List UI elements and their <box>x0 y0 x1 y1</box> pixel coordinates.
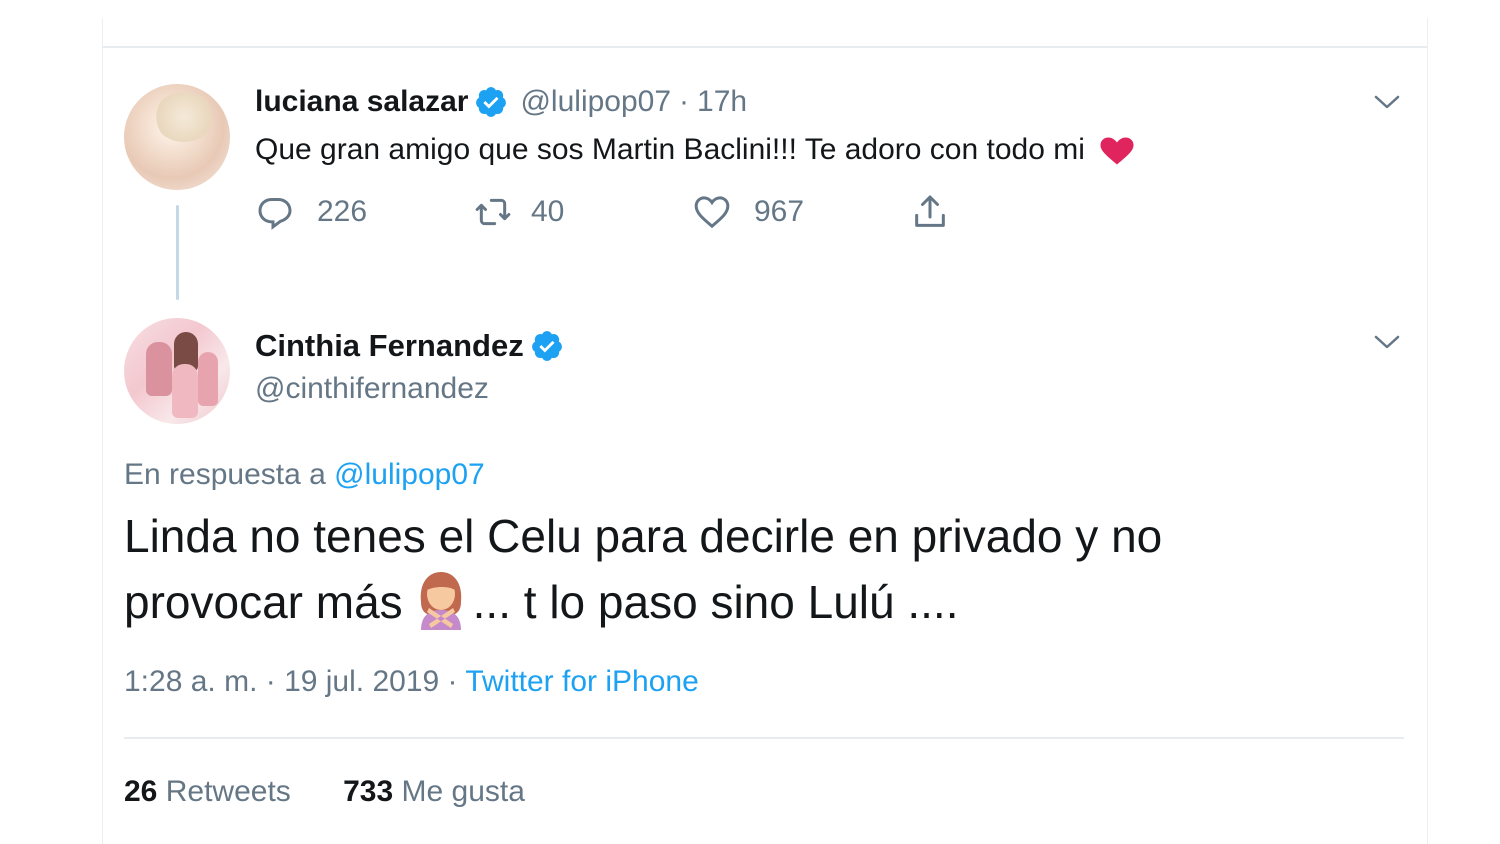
retweets-stat-count: 26 <box>124 775 158 808</box>
reply-icon <box>258 198 292 230</box>
retweets-stat[interactable]: 26 Retweets <box>124 775 291 808</box>
reply-context: En respuesta a @lulipop07 <box>124 455 485 495</box>
tweet-stats: 26 Retweets 733 Me gusta <box>124 772 569 812</box>
tweet-source-link[interactable]: Twitter for iPhone <box>465 665 698 698</box>
chevron-down-icon[interactable] <box>1372 332 1402 352</box>
verified-badge-icon <box>476 87 507 117</box>
focused-tweet-text: Linda no tenes el Celu para decirle en p… <box>124 503 1354 635</box>
tweet-timestamp[interactable]: 1:28 a. m. · 19 jul. 2019 · <box>124 665 458 698</box>
focused-tweet-header: Cinthia Fernandez <box>255 326 564 366</box>
tweet-meta: 1:28 a. m. · 19 jul. 2019 · Twitter for … <box>124 662 699 702</box>
reply-button[interactable]: 226 <box>255 192 367 232</box>
tweet-text-part-b: ... t lo paso sino Lulú .... <box>472 576 959 628</box>
tweet-text-line-2: provocar más ... t lo paso sino Lulú ...… <box>124 569 1354 635</box>
retweet-button[interactable]: 40 <box>473 192 564 232</box>
top-divider <box>103 46 1427 48</box>
chevron-down-icon[interactable] <box>1372 92 1402 112</box>
retweet-count: 40 <box>531 195 565 228</box>
reply-count: 226 <box>317 195 368 228</box>
share-button[interactable] <box>910 192 950 232</box>
avatar-cinthia[interactable] <box>124 318 230 424</box>
like-count: 967 <box>754 195 805 228</box>
parent-tweet-text: Que gran amigo que sos Martin Baclini!!!… <box>255 130 1135 170</box>
reply-prefix: En respuesta a <box>124 458 326 491</box>
parent-tweet-header: luciana salazar @lulipop07 · 17h <box>255 82 747 122</box>
parent-tweet-body: Que gran amigo que sos Martin Baclini!!!… <box>255 133 1085 166</box>
tweet-text-line-1: Linda no tenes el Celu para decirle en p… <box>124 510 1163 562</box>
like-button[interactable]: 967 <box>692 192 804 232</box>
avatar-luciana[interactable] <box>124 84 230 190</box>
like-icon <box>694 196 730 229</box>
likes-stat[interactable]: 733 Me gusta <box>343 775 525 808</box>
tweet-text-part-a: provocar más <box>124 576 403 628</box>
share-icon <box>915 195 945 227</box>
reply-mention-link[interactable]: @lulipop07 <box>334 458 485 491</box>
parent-author-handle[interactable]: @lulipop07 <box>520 82 671 122</box>
red-heart-icon <box>1100 137 1134 165</box>
separator-dot: · <box>679 85 690 118</box>
parent-author-name[interactable]: luciana salazar <box>255 82 468 122</box>
focused-author-handle[interactable]: @cinthifernandez <box>255 369 489 409</box>
retweet-icon <box>475 198 511 226</box>
likes-stat-count: 733 <box>343 775 394 808</box>
person-gesturing-no-icon <box>420 572 461 630</box>
focused-author-name[interactable]: Cinthia Fernandez <box>255 326 524 366</box>
parent-tweet-time[interactable]: 17h <box>697 82 747 122</box>
retweets-stat-label: Retweets <box>165 775 291 808</box>
verified-badge-icon <box>531 331 562 361</box>
thread-connector <box>176 205 179 300</box>
likes-stat-label: Me gusta <box>401 775 525 808</box>
stats-divider <box>124 737 1404 739</box>
